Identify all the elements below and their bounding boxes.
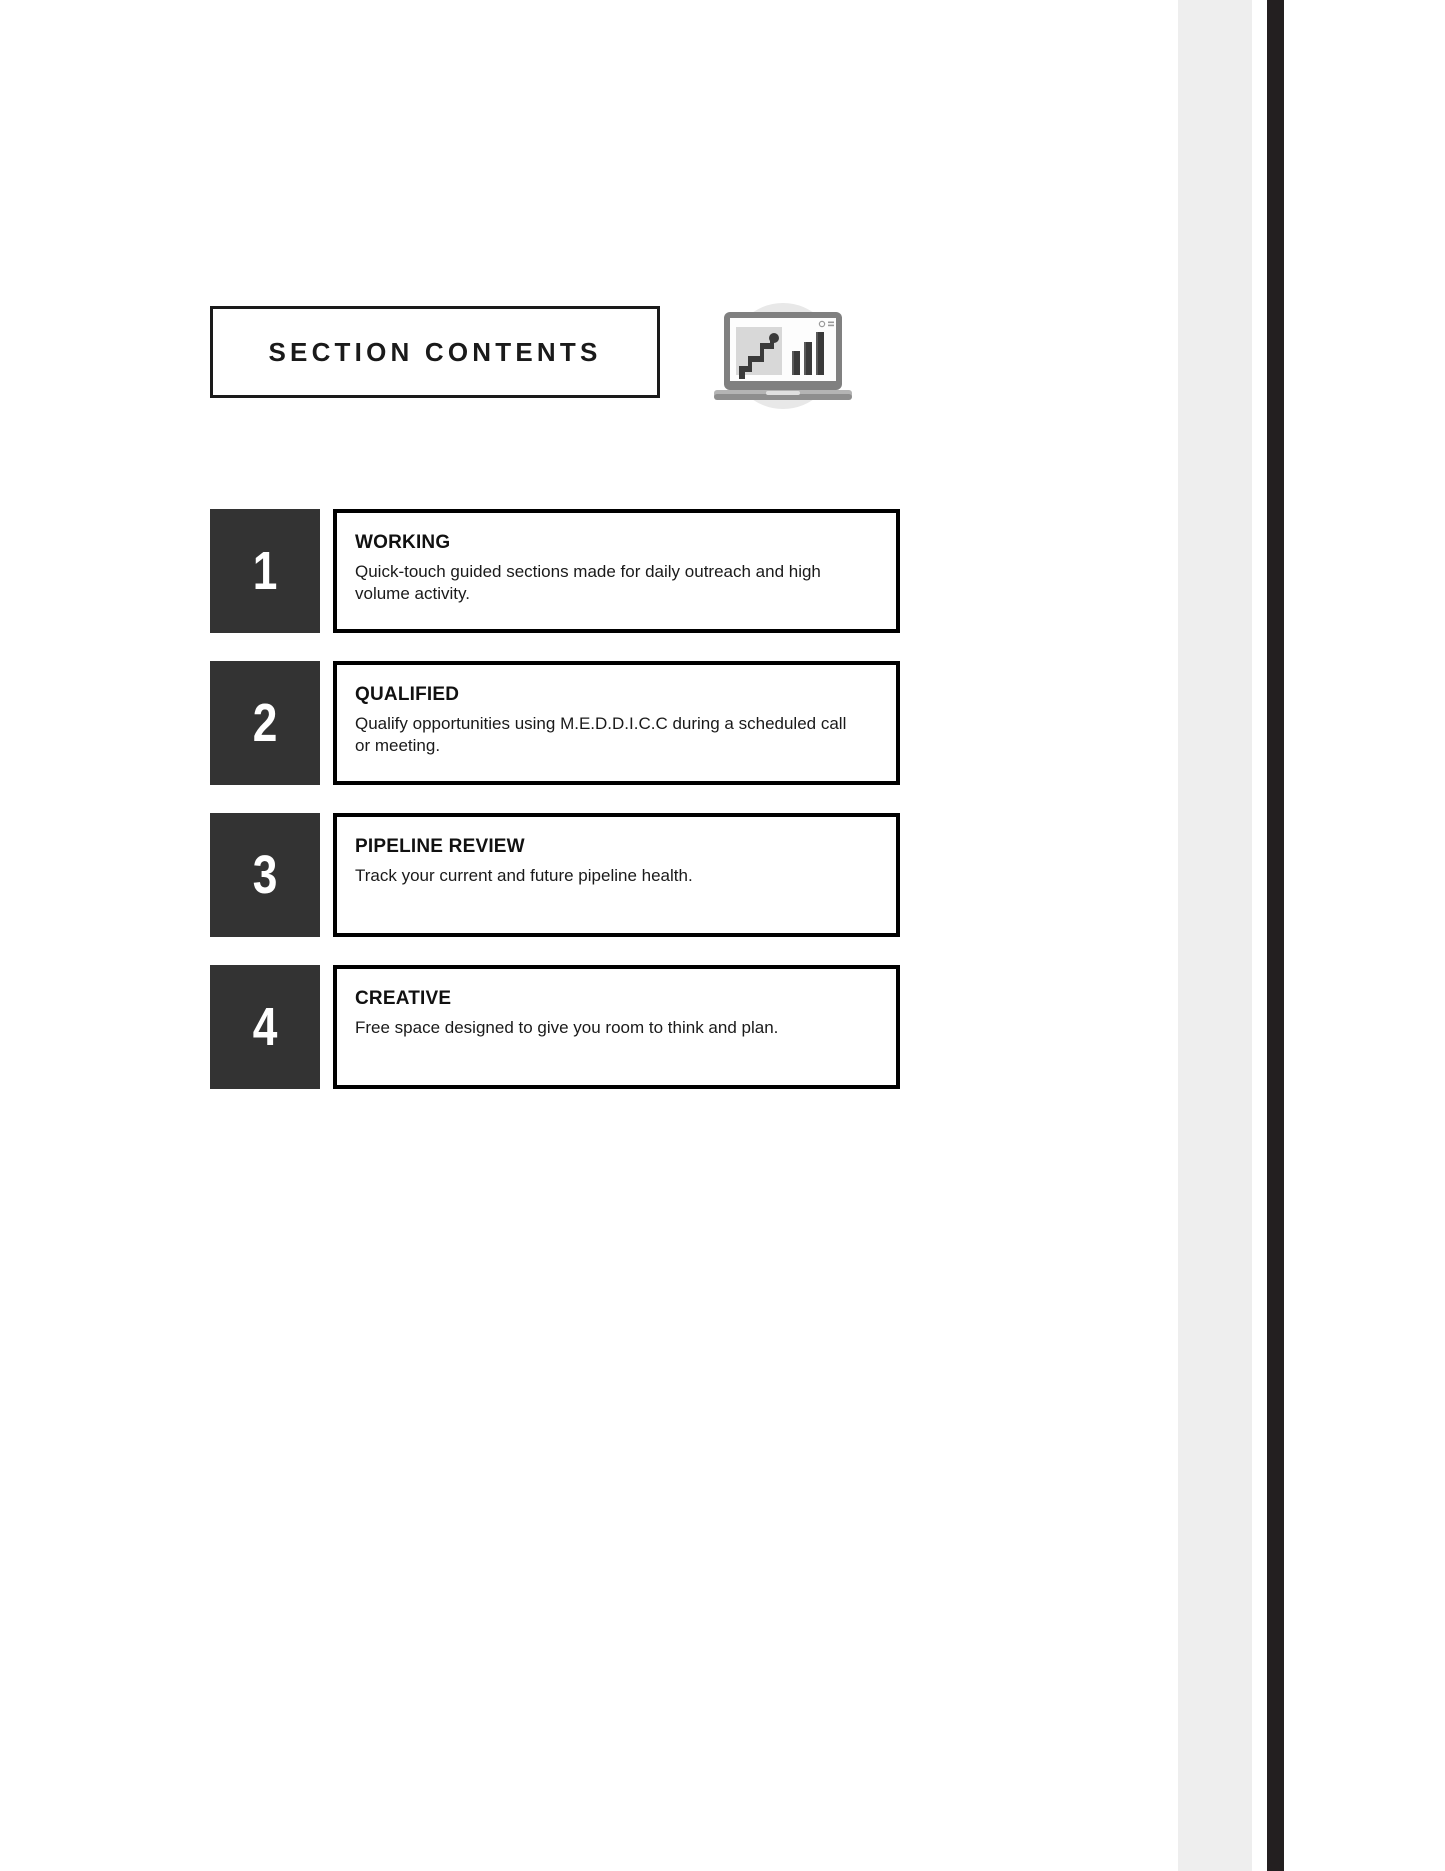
- section-number: 3: [252, 845, 278, 905]
- list-item[interactable]: 4 CREATIVE Free space designed to give y…: [210, 965, 900, 1089]
- section-title: QUALIFIED: [355, 684, 460, 705]
- page-edge-dark-band: [1267, 0, 1284, 1871]
- section-title: WORKING: [355, 532, 451, 553]
- section-content-box: PIPELINE REVIEW Track your current and f…: [333, 813, 900, 937]
- section-description: Quick-touch guided sections made for dai…: [355, 561, 821, 604]
- list-item[interactable]: 1 WORKING Quick-touch guided sections ma…: [210, 509, 900, 633]
- section-number-badge: 4: [210, 965, 320, 1089]
- section-number: 2: [252, 693, 278, 753]
- section-title: PIPELINE REVIEW: [355, 836, 525, 857]
- section-description: Qualify opportunities using M.E.D.D.I.C.…: [355, 713, 847, 756]
- section-content-box: WORKING Quick-touch guided sections made…: [333, 509, 900, 633]
- section-number: 1: [252, 541, 278, 601]
- section-content-box: CREATIVE Free space designed to give you…: [333, 965, 900, 1089]
- section-number-badge: 3: [210, 813, 320, 937]
- laptop-analytics-icon: [708, 294, 858, 419]
- page-header: SECTION CONTENTS: [210, 303, 890, 418]
- section-contents-title-box: SECTION CONTENTS: [210, 306, 660, 398]
- section-contents-page: SECTION CONTENTS 1 WORKING Quick-touch g…: [0, 0, 1445, 1871]
- page-title: SECTION CONTENTS: [268, 336, 602, 367]
- list-item[interactable]: 3 PIPELINE REVIEW Track your current and…: [210, 813, 900, 937]
- section-content-box: QUALIFIED Qualify opportunities using M.…: [333, 661, 900, 785]
- section-number-badge: 2: [210, 661, 320, 785]
- section-description: Track your current and future pipeline h…: [355, 865, 693, 885]
- section-number-badge: 1: [210, 509, 320, 633]
- section-title: CREATIVE: [355, 988, 452, 1009]
- section-contents-list: 1 WORKING Quick-touch guided sections ma…: [210, 509, 900, 1089]
- section-number: 4: [252, 997, 278, 1057]
- list-item[interactable]: 2 QUALIFIED Qualify opportunities using …: [210, 661, 900, 785]
- section-description: Free space designed to give you room to …: [355, 1017, 779, 1037]
- page-edge-grey-band: [1178, 0, 1252, 1871]
